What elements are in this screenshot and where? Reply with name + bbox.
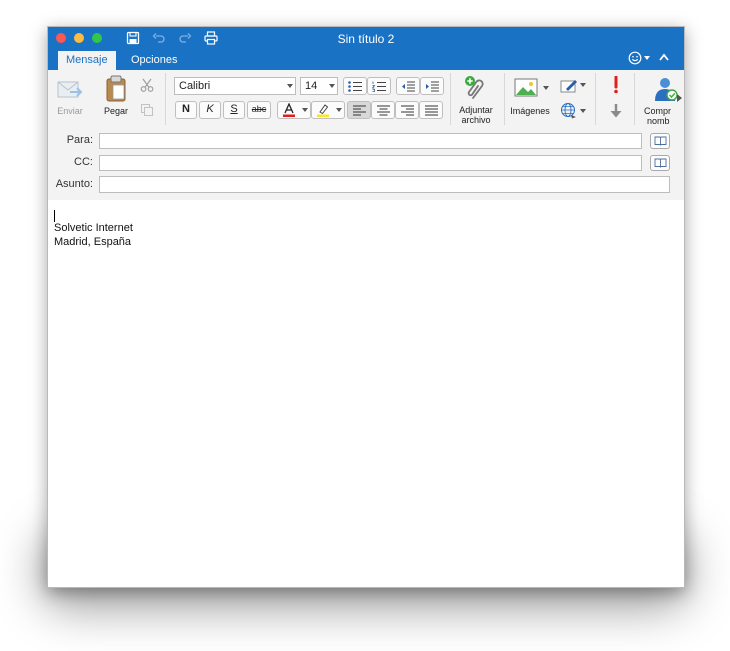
chevron-down-icon xyxy=(302,108,308,112)
font-color-icon xyxy=(283,103,295,117)
tab-mensaje[interactable]: Mensaje xyxy=(58,51,116,70)
align-center-button[interactable] xyxy=(371,101,395,119)
cc-label: CC: xyxy=(74,156,93,168)
smiley-feedback-icon[interactable] xyxy=(628,51,642,65)
collapse-ribbon-icon[interactable] xyxy=(659,53,669,61)
signature-line-2: Madrid, España xyxy=(54,236,132,248)
copy-icon[interactable] xyxy=(140,103,154,117)
feedback-dropdown-icon[interactable] xyxy=(644,56,650,61)
images-icon[interactable] xyxy=(514,78,540,98)
images-label[interactable]: Imágenes xyxy=(508,106,552,116)
message-body[interactable]: Solvetic Internet Madrid, España xyxy=(48,200,684,587)
window-title: Sin título 2 xyxy=(337,32,395,46)
justify-button[interactable] xyxy=(419,101,443,119)
ribbon-separator xyxy=(595,73,596,125)
chevron-down-icon[interactable] xyxy=(580,83,586,87)
decrease-indent-button[interactable] xyxy=(396,77,420,95)
link-globe-icon[interactable] xyxy=(560,102,578,120)
compose-window: Sin título 2 Mensaje Opciones Enviar Peg… xyxy=(47,26,685,588)
check-names-icon[interactable] xyxy=(652,76,678,102)
check-names-label[interactable]: nomb xyxy=(647,116,684,126)
check-names-label[interactable]: Compr xyxy=(644,106,684,116)
ribbon-separator xyxy=(165,73,166,125)
justify-icon xyxy=(425,105,438,116)
ribbon: Enviar Pegar Calibri 14 N K S abc Adjunt… xyxy=(48,70,684,129)
to-field[interactable] xyxy=(99,133,642,149)
high-importance-icon[interactable] xyxy=(611,76,621,94)
strikethrough-button[interactable]: abc xyxy=(247,101,271,119)
chevron-down-icon[interactable] xyxy=(580,109,586,113)
ribbon-separator xyxy=(450,73,451,125)
ribbon-more-icon[interactable] xyxy=(677,94,682,102)
font-color-button[interactable] xyxy=(277,101,311,119)
bullets-button[interactable] xyxy=(343,77,367,95)
subject-field[interactable] xyxy=(99,176,670,193)
increase-indent-icon xyxy=(426,81,439,92)
numbering-button[interactable] xyxy=(367,77,391,95)
underline-button[interactable]: S xyxy=(223,101,245,119)
bold-button[interactable]: N xyxy=(175,101,197,119)
to-address-book-button[interactable] xyxy=(650,133,670,149)
increase-indent-button[interactable] xyxy=(420,77,444,95)
ribbon-separator xyxy=(634,73,635,125)
to-label: Para: xyxy=(66,134,93,146)
title-bar: Sin título 2 Mensaje Opciones xyxy=(48,27,684,70)
align-right-icon xyxy=(401,105,414,116)
attach-file-label[interactable]: archivo xyxy=(454,115,498,125)
tab-opciones[interactable]: Opciones xyxy=(123,51,185,70)
chevron-down-icon xyxy=(329,84,335,88)
font-name-select[interactable]: Calibri xyxy=(174,77,296,95)
attach-file-icon[interactable] xyxy=(462,74,490,102)
paste-icon[interactable] xyxy=(105,75,127,103)
send-icon[interactable] xyxy=(56,76,84,102)
address-area: Para: CC: Asunto: xyxy=(48,128,684,201)
send-button-label[interactable]: Enviar xyxy=(52,106,88,116)
address-book-icon xyxy=(654,158,667,168)
align-left-icon xyxy=(353,105,366,116)
highlighter-icon xyxy=(317,104,329,117)
bullet-list-icon xyxy=(348,81,362,92)
signature-icon[interactable] xyxy=(560,78,578,94)
cc-address-book-button[interactable] xyxy=(650,155,670,171)
signature-line-1: Solvetic Internet xyxy=(54,222,133,234)
cc-field[interactable] xyxy=(99,155,642,171)
text-cursor xyxy=(54,210,55,222)
ribbon-separator xyxy=(504,73,505,125)
align-center-icon xyxy=(377,105,390,116)
decrease-indent-icon xyxy=(402,81,415,92)
chevron-down-icon xyxy=(336,108,342,112)
chevron-down-icon xyxy=(287,84,293,88)
subject-label: Asunto: xyxy=(55,178,93,190)
attach-file-label[interactable]: Adjuntar xyxy=(454,105,498,115)
italic-button[interactable]: K xyxy=(199,101,221,119)
cut-icon[interactable] xyxy=(140,78,154,92)
align-left-button[interactable] xyxy=(347,101,371,119)
low-importance-icon[interactable] xyxy=(609,103,623,119)
address-book-icon xyxy=(654,136,667,146)
align-right-button[interactable] xyxy=(395,101,419,119)
chevron-down-icon[interactable] xyxy=(543,86,549,90)
paste-button-label[interactable]: Pegar xyxy=(100,106,132,116)
highlight-button[interactable] xyxy=(311,101,345,119)
numbered-list-icon xyxy=(372,81,386,92)
